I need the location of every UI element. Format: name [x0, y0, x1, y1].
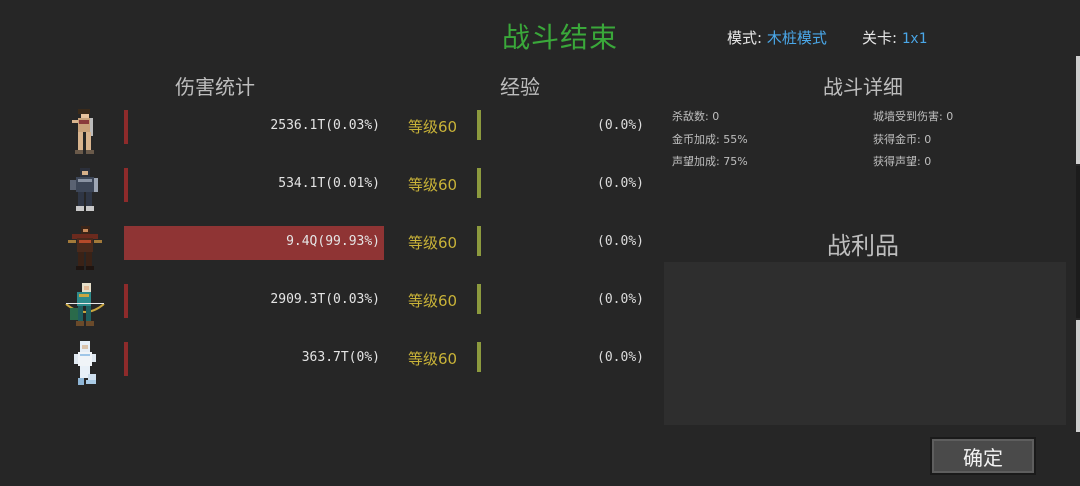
kills-count: 杀敌数: 0 [672, 110, 720, 123]
mode-info: 模式: 木桩模式 [727, 27, 827, 48]
confirm-button[interactable]: 确定 [930, 437, 1036, 475]
damage-value: 2536.1T(0.03%) [270, 118, 380, 133]
hero-level: 等级60 [408, 350, 458, 368]
hero-level: 等级60 [408, 118, 458, 136]
mode-label: 模式: [727, 29, 763, 47]
mode-value: 木桩模式 [766, 29, 827, 47]
loot-panel [664, 262, 1066, 425]
dark-assassin-sprite-icon [62, 224, 108, 272]
exp-heading: 经验 [500, 75, 540, 99]
gold-bonus: 金币加成: 55% [672, 133, 748, 146]
damage-value: 534.1T(0.01%) [278, 176, 380, 191]
elf-archer-sprite-icon [62, 282, 108, 330]
panel-edge-gap [1076, 166, 1080, 318]
stage-info: 关卡: 1x1 [862, 27, 927, 48]
exp-bar [477, 284, 481, 314]
hero-row: 2536.1T(0.03%) 等级60 (0.0%) [0, 108, 660, 166]
fame-bonus: 声望加成: 75% [672, 155, 748, 168]
wall-damage: 城墙受到伤害: 0 [873, 110, 954, 123]
hero-row: 363.7T(0%) 等级60 (0.0%) [0, 340, 660, 398]
exp-value: (0.0%) [597, 176, 644, 191]
exp-bar [477, 342, 481, 372]
exp-bar [477, 226, 481, 256]
hero-row: 9.4Q(99.93%) 等级60 (0.0%) [0, 224, 660, 282]
exp-bar [477, 168, 481, 198]
exp-value: (0.0%) [597, 118, 644, 133]
hero-level: 等级60 [408, 292, 458, 310]
hero-level: 等级60 [408, 176, 458, 194]
hero-row: 2909.3T(0.03%) 等级60 (0.0%) [0, 282, 660, 340]
hero-level: 等级60 [408, 234, 458, 252]
exp-value: (0.0%) [597, 292, 644, 307]
hero-row: 534.1T(0.01%) 等级60 (0.0%) [0, 166, 660, 224]
stage-label: 关卡: [862, 29, 898, 47]
white-mage-sprite-icon [62, 340, 108, 388]
armored-knight-sprite-icon [62, 166, 108, 214]
damage-value: 363.7T(0%) [301, 350, 380, 365]
stage-value: 1x1 [901, 31, 928, 47]
fame-gained: 获得声望: 0 [873, 155, 932, 168]
battle-detail-heading: 战斗详细 [823, 75, 903, 99]
female-warrior-sprite-icon [62, 108, 108, 156]
hero-stats-list: 2536.1T(0.03%) 等级60 (0.0%) 534.1T(0.01%)… [0, 108, 660, 408]
damage-value: 2909.3T(0.03%) [270, 292, 380, 307]
exp-value: (0.0%) [597, 234, 644, 249]
loot-heading: 战利品 [827, 232, 899, 260]
damage-stats-heading: 伤害统计 [175, 75, 255, 99]
panel-edge [1076, 56, 1080, 164]
exp-bar [477, 110, 481, 140]
damage-value: 9.4Q(99.93%) [286, 234, 380, 249]
panel-edge [1076, 320, 1080, 432]
exp-value: (0.0%) [597, 350, 644, 365]
gold-gained: 获得金币: 0 [873, 133, 932, 146]
